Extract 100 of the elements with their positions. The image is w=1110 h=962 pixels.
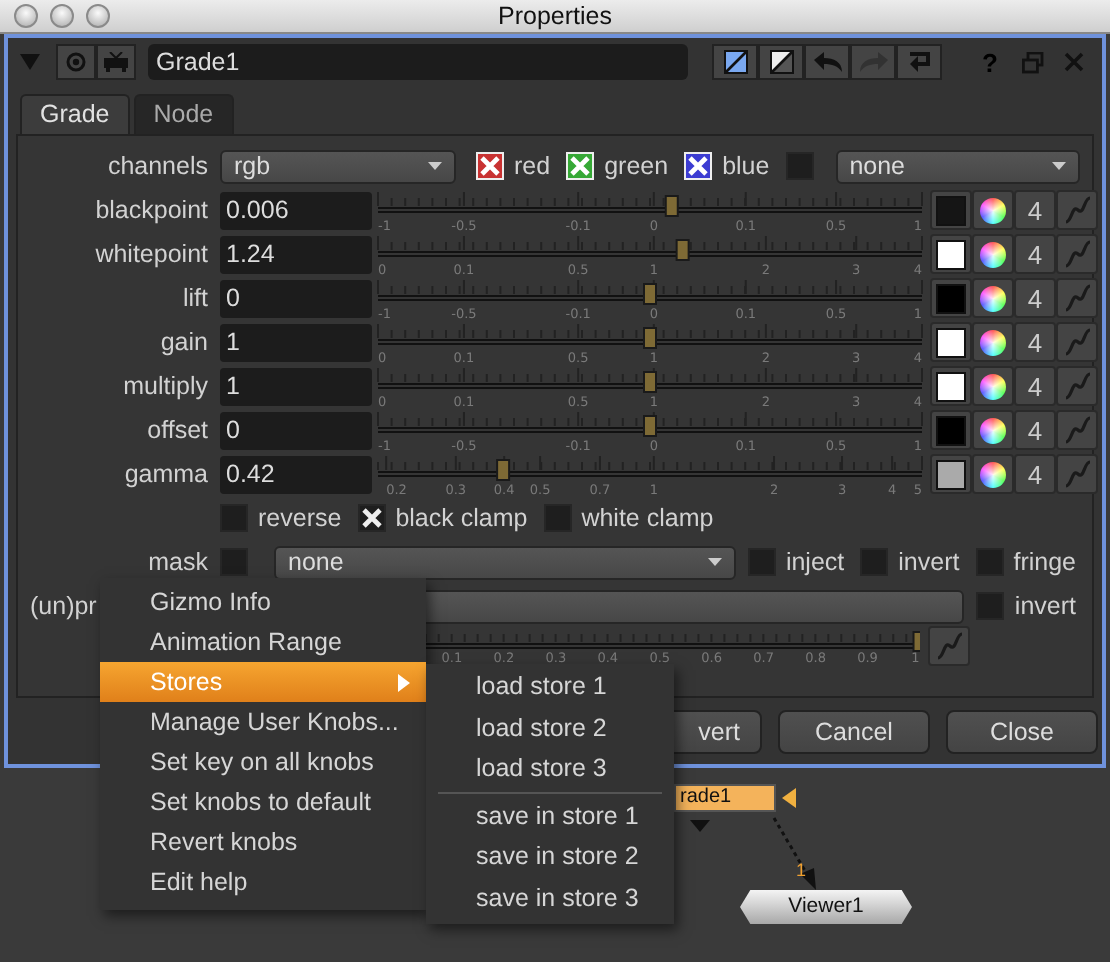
color-wheel-button[interactable]	[972, 234, 1014, 274]
caret-icon	[428, 162, 442, 170]
tab[interactable]: Node	[133, 94, 234, 134]
curve-button[interactable]	[1056, 190, 1098, 230]
menu-item[interactable]: Revert knobs	[100, 822, 426, 862]
dialog-button[interactable]: Cancel	[778, 709, 930, 753]
slider-thumb[interactable]	[643, 414, 657, 436]
channel-dropdown[interactable]: none	[835, 149, 1080, 183]
caret-icon	[1051, 162, 1066, 170]
value-field[interactable]: 0	[220, 411, 372, 449]
slider-thumb[interactable]	[643, 370, 657, 392]
window-control-icon[interactable]	[50, 4, 74, 28]
color-wheel-button[interactable]	[972, 410, 1014, 450]
menu-item[interactable]: Animation Range	[100, 622, 426, 662]
channel-count-button[interactable]: 4	[1014, 366, 1056, 406]
checkbox-label: inject	[785, 548, 845, 576]
checkbox[interactable]	[357, 504, 386, 532]
channel-checkbox[interactable]	[566, 152, 595, 180]
knob-label: channels	[105, 152, 208, 180]
slider-thumb[interactable]	[643, 326, 657, 348]
grade-node[interactable]: rade1	[674, 784, 776, 812]
slider-thumb[interactable]	[664, 194, 679, 216]
checkbox-label: red	[514, 152, 551, 180]
channel-count-button[interactable]: 4	[1014, 410, 1056, 450]
node-view-button[interactable]	[56, 44, 96, 80]
knob-label: (un)pr	[30, 592, 97, 620]
checkbox-label: green	[604, 152, 669, 180]
tab[interactable]: Grade	[20, 94, 130, 134]
slider-thumb[interactable]	[912, 630, 920, 651]
knob-label: offset	[145, 416, 208, 444]
curve-button[interactable]	[1056, 410, 1098, 450]
node-name-field[interactable]: Grade1	[148, 44, 688, 80]
value-field[interactable]: 1	[220, 323, 372, 361]
checkbox-label: fringe	[1013, 548, 1076, 576]
checkbox[interactable]	[220, 548, 248, 576]
channel-count-button[interactable]: 4	[1014, 454, 1056, 494]
tv-icon	[102, 52, 130, 72]
mask-dropdown[interactable]: none	[274, 545, 736, 579]
knob-label: gamma	[122, 460, 208, 488]
menu-item[interactable]: save in store 1	[426, 795, 674, 836]
diagonal-square-icon	[769, 50, 793, 74]
checkbox-label: white clamp	[581, 504, 714, 532]
window-control-icon[interactable]	[86, 4, 110, 28]
curve-button[interactable]	[1056, 234, 1098, 274]
channel-count-button[interactable]: 4	[1014, 278, 1056, 318]
connection-arrow	[768, 816, 820, 892]
checkbox-label: invert	[1014, 592, 1076, 620]
value-field[interactable]: 0.42	[220, 455, 372, 493]
color-wheel-button[interactable]	[972, 278, 1014, 318]
viewer-input-button[interactable]	[96, 44, 136, 80]
color-wheel-button[interactable]	[972, 190, 1014, 230]
color-wheel-button[interactable]	[972, 366, 1014, 406]
edge-label: 1	[796, 860, 807, 880]
color-mode-button[interactable]	[758, 44, 804, 80]
channel-checkbox[interactable]	[684, 152, 713, 180]
channel-count-button[interactable]: 4	[1014, 190, 1056, 230]
curve-button[interactable]	[928, 626, 970, 666]
menu-item[interactable]: Edit help	[100, 862, 426, 902]
checkbox-label: invert	[898, 548, 960, 576]
value-field[interactable]: 0.006	[220, 191, 372, 229]
menu-item[interactable]: save in store 3	[426, 877, 674, 918]
curve-button[interactable]	[1056, 366, 1098, 406]
channel-checkbox[interactable]	[476, 152, 504, 180]
knob-label: whitepoint	[93, 240, 208, 268]
menu-item[interactable]: load store 3	[426, 748, 674, 789]
menu-item[interactable]: save in store 2	[426, 836, 674, 877]
value-field[interactable]: 1	[220, 367, 372, 405]
channel-count-button[interactable]: 4	[1014, 234, 1056, 274]
channel-count-button[interactable]: 4	[1014, 322, 1056, 362]
color-mode-button[interactable]	[712, 44, 758, 80]
value-field[interactable]: 1.24	[220, 235, 372, 273]
input-arrow-icon	[690, 820, 710, 832]
color-wheel-button[interactable]	[972, 322, 1014, 362]
curve-button[interactable]	[1056, 322, 1098, 362]
checkbox-label: black clamp	[395, 504, 528, 532]
revert-button[interactable]	[896, 44, 942, 80]
channels-dropdown[interactable]: rgb	[220, 149, 456, 183]
dialog-button[interactable]: Close	[946, 709, 1098, 753]
color-wheel-button[interactable]	[972, 454, 1014, 494]
undo-icon	[811, 52, 843, 72]
window-control-icon[interactable]	[14, 4, 38, 28]
checkbox-label: reverse	[258, 504, 342, 532]
caret-icon	[707, 558, 722, 566]
slider-thumb[interactable]	[675, 238, 690, 260]
menu-item[interactable]: Set key on all knobs	[100, 742, 426, 782]
knob-label: blackpoint	[93, 196, 208, 224]
viewer-node[interactable]: Viewer1	[740, 890, 912, 924]
curve-button[interactable]	[1056, 454, 1098, 494]
knob-label: mask	[146, 548, 208, 576]
curve-button[interactable]	[1056, 278, 1098, 318]
slider-thumb[interactable]	[643, 282, 657, 304]
menu-item[interactable]: Set knobs to default	[100, 782, 426, 822]
target-icon	[66, 52, 86, 72]
value-field[interactable]: 0	[220, 279, 372, 317]
slider-thumb[interactable]	[496, 458, 511, 480]
knob-label: lift	[181, 284, 208, 312]
menu-item[interactable]: Gizmo Info	[100, 582, 426, 622]
menu-item[interactable]: Manage User Knobs...	[100, 702, 426, 742]
menu-item[interactable]: load store 1	[426, 666, 674, 707]
return-arrow-icon	[905, 50, 933, 74]
